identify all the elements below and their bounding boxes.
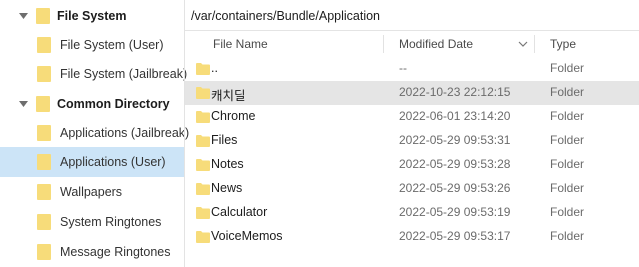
file-type: Folder xyxy=(550,229,585,243)
file-row-calculator[interactable]: Calculator 2022-05-29 09:53:19 Folder xyxy=(185,201,639,225)
file-type: Folder xyxy=(550,205,585,219)
tree-item-file-system-user[interactable]: File System (User) xyxy=(0,30,185,60)
folder-icon xyxy=(196,63,210,75)
file-type: Folder xyxy=(550,133,585,147)
file-list-header: File Name Modified Date Type xyxy=(185,31,639,57)
folder-icon xyxy=(37,184,51,200)
folder-icon xyxy=(37,154,51,170)
file-modified-date: -- xyxy=(399,61,407,75)
file-name: VoiceMemos xyxy=(211,229,283,243)
file-row-notes[interactable]: Notes 2022-05-29 09:53:28 Folder xyxy=(185,153,639,177)
tree-item-label: Applications (User) xyxy=(60,155,166,169)
folder-icon xyxy=(196,207,210,219)
tree-item-label: File System (User) xyxy=(60,38,164,52)
tree-item-label: Message Ringtones xyxy=(60,245,171,259)
folder-icon xyxy=(196,111,210,123)
folder-icon xyxy=(36,96,50,112)
folder-icon xyxy=(196,87,210,99)
folder-icon xyxy=(37,66,51,82)
tree-item-system-ringtones[interactable]: System Ringtones xyxy=(0,207,185,237)
folder-icon xyxy=(37,244,51,260)
folder-icon xyxy=(196,135,210,147)
column-header-file-name[interactable]: File Name xyxy=(213,37,268,51)
file-row-news[interactable]: News 2022-05-29 09:53:26 Folder xyxy=(185,177,639,201)
tree-item-message-ringtones[interactable]: Message Ringtones xyxy=(0,237,185,267)
file-modified-date: 2022-05-29 09:53:17 xyxy=(399,229,511,243)
file-type: Folder xyxy=(550,85,585,99)
file-modified-date: 2022-05-29 09:53:31 xyxy=(399,133,511,147)
file-name: Chrome xyxy=(211,109,256,123)
column-divider[interactable] xyxy=(534,35,535,53)
sidebar-tree: File System File System (User) File Syst… xyxy=(0,0,189,267)
file-row-voicememos[interactable]: VoiceMemos 2022-05-29 09:53:17 Folder xyxy=(185,225,639,249)
chevron-down-icon[interactable] xyxy=(18,99,28,109)
file-name: News xyxy=(211,181,243,195)
folder-icon xyxy=(196,231,210,243)
folder-icon xyxy=(37,214,51,230)
tree-item-label: File System xyxy=(57,9,127,23)
tree-item-label: Wallpapers xyxy=(60,185,123,199)
file-modified-date: 2022-05-29 09:53:28 xyxy=(399,157,511,171)
current-path[interactable]: /var/containers/Bundle/Application xyxy=(191,9,380,23)
file-row-catchdeal[interactable]: 캐치딜 2022-10-23 22:12:15 Folder xyxy=(185,81,639,105)
file-modified-date: 2022-10-23 22:12:15 xyxy=(399,85,511,99)
tree-item-applications-user[interactable]: Applications (User) xyxy=(0,147,185,177)
file-row-parent[interactable]: .. -- Folder xyxy=(185,57,639,81)
tree-item-wallpapers[interactable]: Wallpapers xyxy=(0,177,185,207)
file-row-files[interactable]: Files 2022-05-29 09:53:31 Folder xyxy=(185,129,639,153)
file-type: Folder xyxy=(550,109,585,123)
file-type: Folder xyxy=(550,157,585,171)
tree-item-label: File System (Jailbreak) xyxy=(60,67,188,81)
folder-icon xyxy=(37,37,51,53)
column-header-type[interactable]: Type xyxy=(550,37,576,51)
file-modified-date: 2022-05-29 09:53:19 xyxy=(399,205,511,219)
file-name: Notes xyxy=(211,157,244,171)
file-name: .. xyxy=(211,61,218,75)
file-name: Calculator xyxy=(211,205,268,219)
tree-item-label: Common Directory xyxy=(57,97,170,111)
column-divider[interactable] xyxy=(383,35,384,53)
folder-icon xyxy=(37,125,51,141)
folder-icon xyxy=(196,183,210,195)
path-bar[interactable]: /var/containers/Bundle/Application xyxy=(185,0,639,31)
file-name: Files xyxy=(211,133,238,147)
chevron-down-icon[interactable] xyxy=(18,11,28,21)
file-modified-date: 2022-05-29 09:53:26 xyxy=(399,181,511,195)
file-row-chrome[interactable]: Chrome 2022-06-01 23:14:20 Folder xyxy=(185,105,639,129)
tree-item-file-system[interactable]: File System xyxy=(0,1,185,31)
folder-icon xyxy=(196,159,210,171)
tree-item-common-directory[interactable]: Common Directory xyxy=(0,89,185,119)
chevron-down-icon[interactable] xyxy=(518,38,528,48)
tree-item-applications-jailbreak[interactable]: Applications (Jailbreak) xyxy=(0,118,189,148)
tree-item-label: System Ringtones xyxy=(60,215,162,229)
folder-icon xyxy=(36,8,50,24)
file-type: Folder xyxy=(550,61,585,75)
tree-item-file-system-jailbreak[interactable]: File System (Jailbreak) xyxy=(0,59,188,89)
file-modified-date: 2022-06-01 23:14:20 xyxy=(399,109,511,123)
file-name: 캐치딜 xyxy=(211,89,246,103)
file-type: Folder xyxy=(550,181,585,195)
column-header-modified-date[interactable]: Modified Date xyxy=(399,37,473,51)
tree-item-label: Applications (Jailbreak) xyxy=(60,126,190,140)
